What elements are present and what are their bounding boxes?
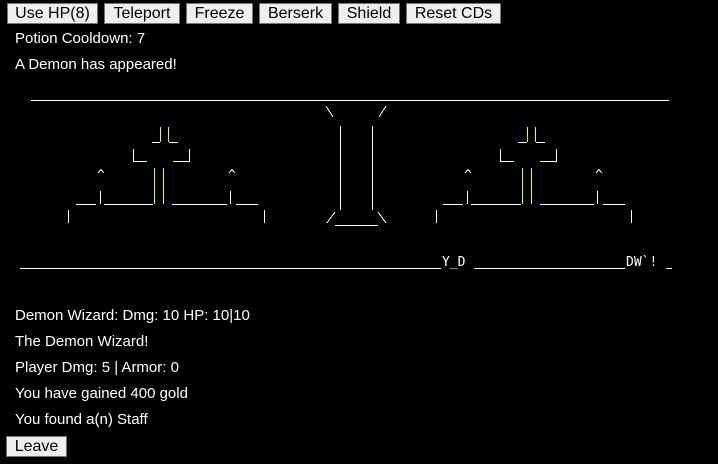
torch-left: ^ ^ — [68, 127, 265, 223]
enemy-marker: DW`! — [626, 255, 657, 270]
svg-text:^: ^ — [464, 168, 472, 183]
gold-message: You have gained 400 gold — [15, 385, 188, 402]
player-stats-text: Player Dmg: 5 | Armor: 0 — [15, 359, 179, 376]
dungeon-scene: ^ ^ ^ ^ Y_D DW`! — [20, 100, 672, 270]
torch-right: ^ ^ — [436, 127, 632, 223]
teleport-button[interactable]: Teleport — [104, 3, 180, 24]
berserk-button[interactable]: Berserk — [259, 3, 332, 24]
potion-cooldown-text: Potion Cooldown: 7 — [15, 30, 146, 47]
event-message: A Demon has appeared! — [15, 56, 177, 73]
svg-text:^: ^ — [97, 168, 105, 183]
player-marker: Y_D — [442, 255, 466, 270]
shield-button[interactable]: Shield — [338, 3, 400, 24]
item-message: You found a(n) Staff — [15, 411, 148, 428]
enemy-stats-text: Demon Wizard: Dmg: 10 HP: 10|10 — [15, 307, 250, 324]
leave-button[interactable]: Leave — [6, 436, 67, 457]
svg-text:^: ^ — [228, 168, 236, 183]
reset-cds-button[interactable]: Reset CDs — [406, 3, 501, 24]
doorway — [325, 105, 387, 226]
svg-text:^: ^ — [595, 168, 603, 183]
enemy-name-text: The Demon Wizard! — [15, 333, 149, 350]
freeze-button[interactable]: Freeze — [186, 3, 253, 24]
use-hp-button[interactable]: Use HP(8) — [7, 3, 98, 24]
